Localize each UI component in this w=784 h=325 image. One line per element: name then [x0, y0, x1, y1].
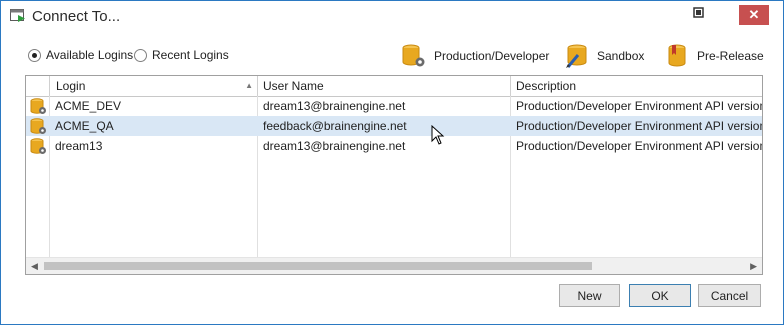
- available-logins-label: Available Logins: [46, 48, 134, 62]
- header-description-label: Description: [516, 79, 577, 93]
- header-login[interactable]: Login ▲: [50, 76, 258, 96]
- header-user-name[interactable]: User Name: [258, 76, 511, 96]
- env-pre-release-button[interactable]: Pre-Release: [664, 43, 764, 69]
- ok-button-label: OK: [651, 288, 669, 303]
- env-pre-release-label: Pre-Release: [697, 49, 764, 63]
- cell-user-name: feedback@brainengine.net: [263, 119, 407, 133]
- scroll-right-icon[interactable]: ▶: [750, 261, 757, 272]
- database-gear-icon: [30, 138, 46, 154]
- available-logins-radio[interactable]: Available Logins: [28, 48, 133, 62]
- cell-login: dream13: [55, 139, 103, 153]
- env-production-developer-button[interactable]: Production/Developer: [401, 43, 549, 69]
- close-icon: ✕: [748, 7, 760, 22]
- connect-dialog: Connect To... ✕ Available Logins Recent …: [0, 0, 784, 325]
- env-production-developer-label: Production/Developer: [434, 49, 550, 63]
- cell-login: ACME_QA: [55, 119, 114, 133]
- sort-ascending-icon: ▲: [245, 81, 253, 90]
- database-gear-icon: [30, 118, 46, 134]
- cell-description: Production/Developer Environment API ver…: [516, 99, 762, 113]
- header-description[interactable]: Description: [511, 76, 762, 96]
- title-bar[interactable]: Connect To... ✕: [1, 1, 783, 31]
- grid-header: Login ▲ User Name Description: [26, 76, 762, 97]
- logins-grid[interactable]: Login ▲ User Name Description ACME_DEV d…: [25, 75, 763, 275]
- recent-logins-label: Recent Logins: [152, 48, 229, 62]
- header-login-label: Login: [56, 79, 86, 93]
- new-button-label: New: [577, 288, 602, 303]
- new-button[interactable]: New: [559, 284, 620, 307]
- cell-login: ACME_DEV: [55, 99, 122, 113]
- cancel-button[interactable]: Cancel: [698, 284, 761, 307]
- env-sandbox-button[interactable]: Sandbox: [564, 43, 644, 69]
- restore-icon[interactable]: [691, 6, 707, 22]
- scrollbar-thumb[interactable]: [44, 262, 592, 270]
- header-icon-column: [26, 76, 50, 96]
- mouse-cursor-icon: [431, 125, 445, 145]
- cell-user-name: dream13@brainengine.net: [263, 99, 406, 113]
- table-row-selected[interactable]: ACME_QA feedback@brainengine.net Product…: [26, 116, 762, 136]
- radio-dot-selected: [28, 48, 41, 62]
- window-title: Connect To...: [32, 8, 121, 25]
- table-row[interactable]: ACME_DEV dream13@brainengine.net Product…: [26, 96, 762, 116]
- ok-button[interactable]: OK: [629, 284, 691, 307]
- cancel-button-label: Cancel: [710, 288, 749, 303]
- close-button[interactable]: ✕: [739, 5, 769, 25]
- database-gear-icon: [30, 98, 46, 114]
- header-user-name-label: User Name: [263, 79, 324, 93]
- database-bookmark-icon: [668, 44, 686, 67]
- env-sandbox-label: Sandbox: [597, 49, 645, 63]
- cell-user-name: dream13@brainengine.net: [263, 139, 406, 153]
- scroll-left-icon[interactable]: ◀: [31, 261, 38, 272]
- cell-description: Production/Developer Environment API ver…: [516, 139, 762, 153]
- radio-dot: [134, 48, 147, 62]
- table-row[interactable]: dream13 dream13@brainengine.net Producti…: [26, 136, 762, 156]
- recent-logins-radio[interactable]: Recent Logins: [134, 48, 229, 62]
- database-pen-icon: [566, 44, 587, 68]
- database-gear-icon: [402, 44, 425, 67]
- horizontal-scrollbar[interactable]: ◀ ▶: [26, 257, 762, 274]
- cell-description: Production/Developer Environment API ver…: [516, 119, 762, 133]
- app-icon: [10, 9, 25, 22]
